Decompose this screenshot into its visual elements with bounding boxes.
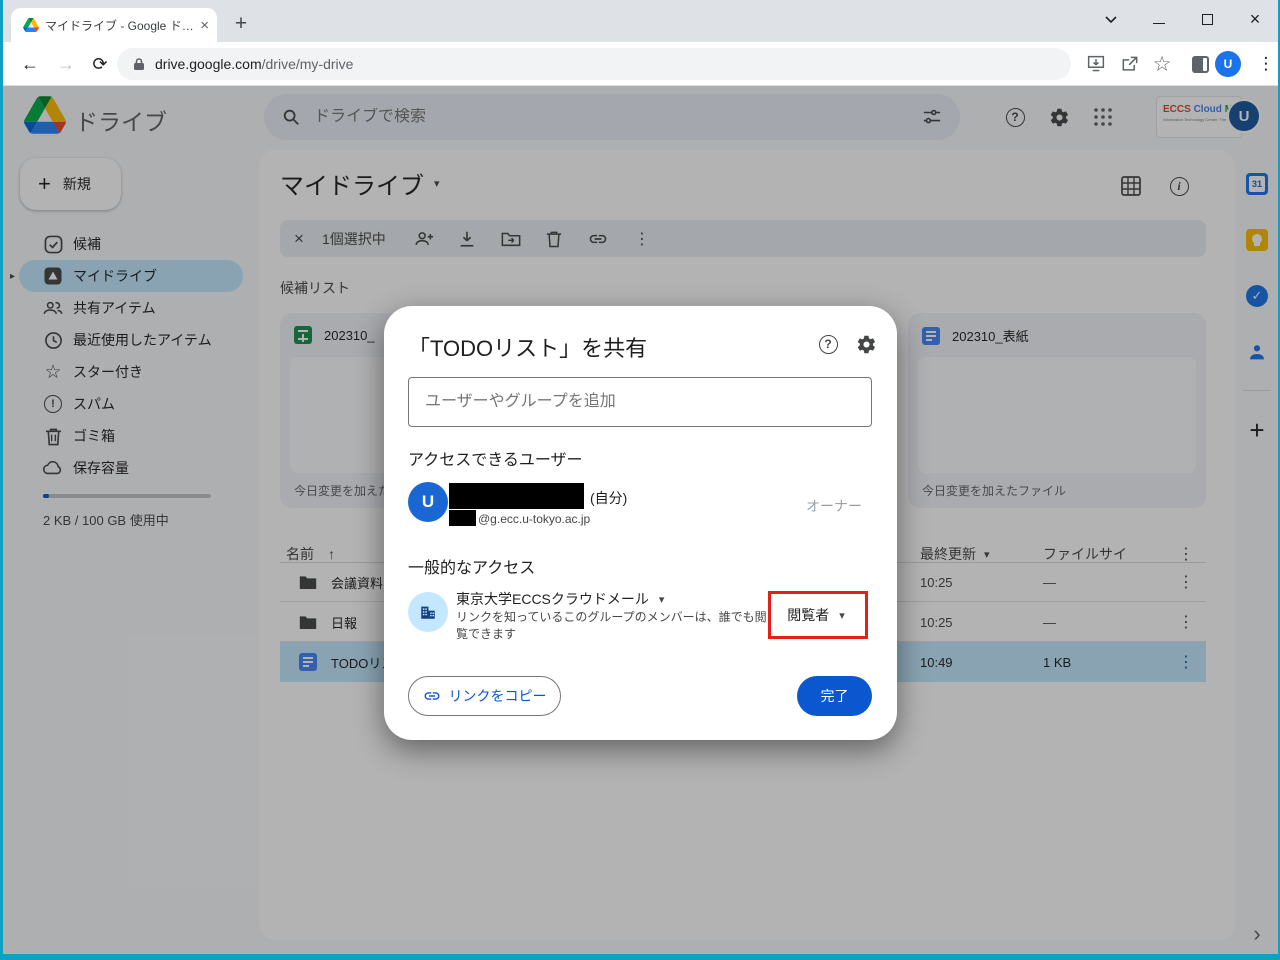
owner-role-label: オーナー — [806, 498, 862, 514]
url-path: /drive/my-drive — [261, 56, 354, 72]
people-with-access-heading: アクセスできるユーザー — [408, 452, 583, 469]
link-icon — [423, 687, 441, 705]
install-icon[interactable] — [1083, 51, 1109, 77]
back-button[interactable]: ← — [17, 51, 43, 77]
group-access-selector[interactable]: 東京大学ECCSクラウドメール ▾ — [456, 589, 664, 609]
owner-avatar: U — [408, 482, 448, 522]
drive-page: ドライブ ? ECCS Cloud Mail Information Techn… — [3, 86, 1278, 954]
screen: マイドライブ - Google ドライブ × + × ← → ⟳ drive.g… — [0, 0, 1280, 960]
copy-link-button[interactable]: リンクをコピー — [408, 676, 561, 716]
redacted-owner-email — [449, 510, 476, 526]
redacted-owner-name — [449, 483, 584, 509]
add-people-input[interactable] — [408, 377, 872, 427]
new-tab-button[interactable]: + — [227, 10, 255, 38]
reload-button[interactable]: ⟳ — [87, 51, 113, 77]
bookmark-star-icon[interactable]: ☆ — [1149, 51, 1175, 77]
share-icon[interactable] — [1117, 51, 1143, 77]
window-chevron-icon[interactable] — [1102, 10, 1120, 28]
group-avatar — [408, 592, 448, 632]
done-button[interactable]: 完了 — [797, 676, 872, 716]
copy-link-label: リンクをコピー — [448, 688, 547, 704]
dialog-title: 「TODOリスト」を共有 — [408, 336, 648, 361]
annotation-highlight-box — [768, 591, 868, 639]
tab-close-icon[interactable]: × — [200, 17, 209, 34]
browser-avatar[interactable]: U — [1215, 51, 1241, 77]
owner-self-suffix: (自分) — [590, 490, 628, 506]
group-caret-icon: ▾ — [658, 593, 665, 606]
tab-title: マイドライブ - Google ドライブ — [45, 18, 194, 33]
organization-building-icon — [419, 603, 437, 621]
browser-window: マイドライブ - Google ドライブ × + × ← → ⟳ drive.g… — [3, 0, 1278, 954]
general-access-heading: 一般的なアクセス — [408, 560, 536, 577]
side-panel-icon[interactable] — [1187, 51, 1213, 77]
url-host: drive.google.com — [155, 56, 262, 72]
owner-email-suffix: @g.ecc.u-tokyo.ac.jp — [478, 512, 591, 526]
tab-strip: マイドライブ - Google ドライブ × + × — [3, 0, 1278, 42]
window-maximize-button[interactable] — [1198, 10, 1216, 28]
dialog-settings-gear-icon[interactable] — [854, 332, 878, 356]
lock-icon — [133, 57, 145, 71]
dialog-help-icon[interactable]: ? — [816, 332, 840, 356]
address-bar[interactable]: drive.google.com/drive/my-drive — [117, 48, 1071, 80]
drive-favicon — [23, 18, 39, 32]
browser-tab[interactable]: マイドライブ - Google ドライブ × — [11, 8, 217, 42]
share-dialog: 「TODOリスト」を共有 ? アクセスできるユーザー U (自分) @g.ecc… — [384, 306, 897, 740]
window-close-button[interactable]: × — [1246, 9, 1264, 29]
forward-button[interactable]: → — [53, 51, 79, 77]
browser-toolbar: ← → ⟳ drive.google.com/drive/my-drive ☆ … — [3, 42, 1278, 86]
window-minimize-button[interactable] — [1150, 10, 1168, 28]
browser-menu-kebab-icon[interactable]: ⋮ — [1253, 51, 1278, 77]
group-access-description: リンクを知っているこのグループのメンバーは、誰でも閲覧できます — [456, 610, 767, 641]
